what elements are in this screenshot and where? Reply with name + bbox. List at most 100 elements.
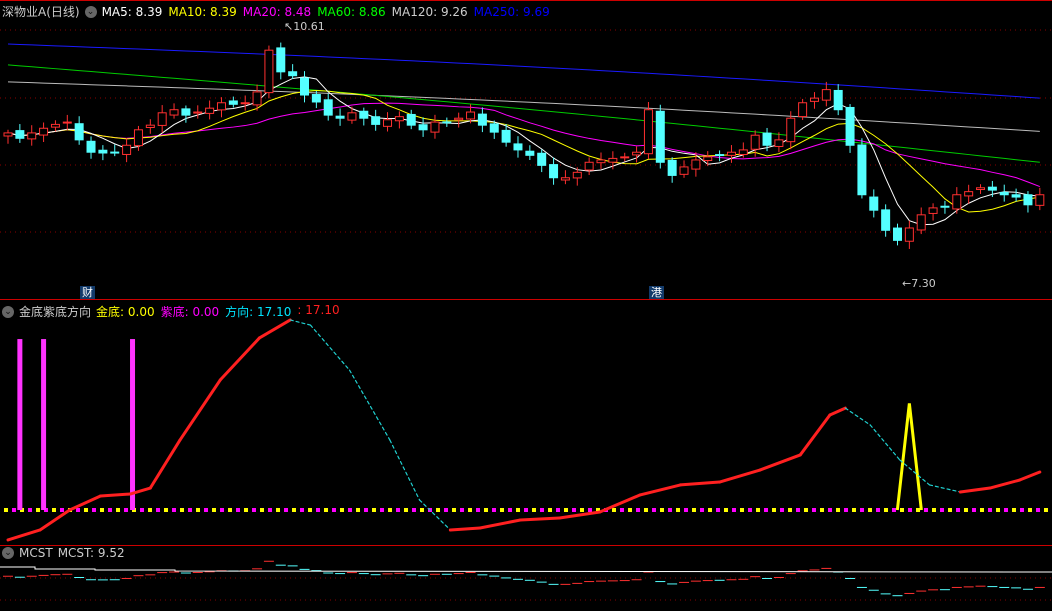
baseline-dot — [116, 508, 120, 512]
candle-body — [667, 159, 677, 176]
candle-body — [216, 102, 226, 111]
baseline-dot — [988, 508, 992, 512]
baseline-dot — [740, 508, 744, 512]
baseline-dot — [1020, 508, 1024, 512]
baseline-dot — [844, 508, 848, 512]
candle-body — [181, 108, 191, 116]
candle-body — [620, 156, 630, 159]
candle-body — [762, 132, 772, 146]
direction-rising-segment — [257, 318, 292, 340]
candle-body — [501, 129, 511, 143]
baseline-dot — [956, 508, 960, 512]
direction-rising-segment — [178, 378, 222, 442]
candle-body — [1035, 194, 1045, 206]
baseline-dot — [292, 508, 296, 512]
purple-bottom-bar — [130, 339, 136, 510]
candle-body — [916, 214, 926, 231]
baseline-dot — [164, 508, 168, 512]
baseline-dot — [636, 508, 640, 512]
candle-body — [893, 227, 902, 241]
baseline-dot — [444, 508, 448, 512]
baseline-dot — [348, 508, 352, 512]
event-tag-hk[interactable]: 港 — [649, 286, 664, 299]
event-tag-finance[interactable]: 财 — [80, 286, 95, 299]
candle-body — [145, 124, 155, 128]
direction-rising-segment — [988, 478, 1022, 490]
baseline-dot — [484, 508, 488, 512]
baseline-dot — [852, 508, 856, 512]
baseline-dot — [612, 508, 616, 512]
baseline-dot — [580, 508, 584, 512]
candle-body — [904, 227, 914, 242]
baseline-dot — [28, 508, 32, 512]
candle-body — [133, 129, 143, 147]
candle-body — [560, 177, 570, 181]
ma250-line — [7, 43, 1040, 99]
baseline-dot — [228, 508, 232, 512]
baseline-dot — [788, 508, 792, 512]
ma-legend-1: MA10: 8.39 — [168, 4, 237, 19]
baseline-dot — [532, 508, 536, 512]
chevron-down-icon[interactable]: ⌄ — [84, 5, 97, 18]
mcst-line — [0, 566, 1052, 573]
baseline-dot — [4, 508, 8, 512]
candle-body — [122, 144, 132, 155]
baseline-dot — [708, 508, 712, 512]
chevron-down-icon[interactable]: ⌄ — [2, 305, 14, 318]
baseline-dot — [628, 508, 632, 512]
baseline-dot — [324, 508, 328, 512]
candle-body — [240, 102, 250, 105]
baseline-dot — [980, 508, 984, 512]
candle-body — [86, 140, 96, 153]
direction-rising-segment — [6, 528, 42, 542]
candle-body — [466, 111, 476, 120]
indicator-legend-1: 紫底: 0.00 — [160, 305, 220, 319]
baseline-dot — [884, 508, 888, 512]
baseline-dot — [524, 508, 528, 512]
baseline-dot — [676, 508, 680, 512]
low-price-label: ←7.30 — [902, 277, 936, 290]
candle-body — [809, 97, 819, 102]
purple-bottom-bar — [41, 339, 47, 510]
baseline-dot — [900, 508, 904, 512]
baseline-dot — [452, 508, 456, 512]
baseline-dot — [620, 508, 624, 512]
candle-body — [679, 166, 689, 175]
baseline-dot — [308, 508, 312, 512]
baseline-dot — [876, 508, 880, 512]
direction-rising-segment — [678, 480, 722, 487]
candle-body — [300, 77, 309, 96]
baseline-dot — [180, 508, 184, 512]
candle-body — [98, 149, 108, 154]
baseline-dot — [252, 508, 256, 512]
baseline-dot — [76, 508, 80, 512]
direction-rising-segment — [518, 516, 561, 522]
candle-body — [738, 149, 748, 156]
baseline-dot — [356, 508, 360, 512]
direction-rising-segment — [798, 413, 832, 457]
direction-falling-segment — [389, 439, 421, 501]
candle-body — [74, 123, 84, 141]
baseline-dot — [156, 508, 160, 512]
baseline-dot — [892, 508, 896, 512]
baseline-dot — [380, 508, 384, 512]
ma-legend-4: MA120: 9.26 — [391, 4, 468, 19]
candle-body — [584, 161, 594, 171]
baseline-dot — [684, 508, 688, 512]
direction-rising-segment — [148, 438, 182, 490]
candle-body — [383, 119, 393, 127]
direction-rising-segment — [38, 508, 72, 532]
baseline-dot — [204, 508, 208, 512]
candle-body — [1011, 194, 1021, 198]
candle-body — [608, 157, 618, 163]
baseline-dot — [92, 508, 96, 512]
ma-legend-5: MA250: 9.69 — [473, 4, 550, 19]
chevron-down-icon[interactable]: ⌄ — [2, 547, 14, 559]
candle-body — [726, 151, 736, 156]
baseline-dot — [52, 508, 56, 512]
baseline-dot — [212, 508, 216, 512]
baseline-dot — [436, 508, 440, 512]
direction-rising-segment — [448, 526, 482, 532]
direction-falling-segment — [844, 407, 871, 426]
ma-legend-0: MA5: 8.39 — [101, 4, 163, 19]
